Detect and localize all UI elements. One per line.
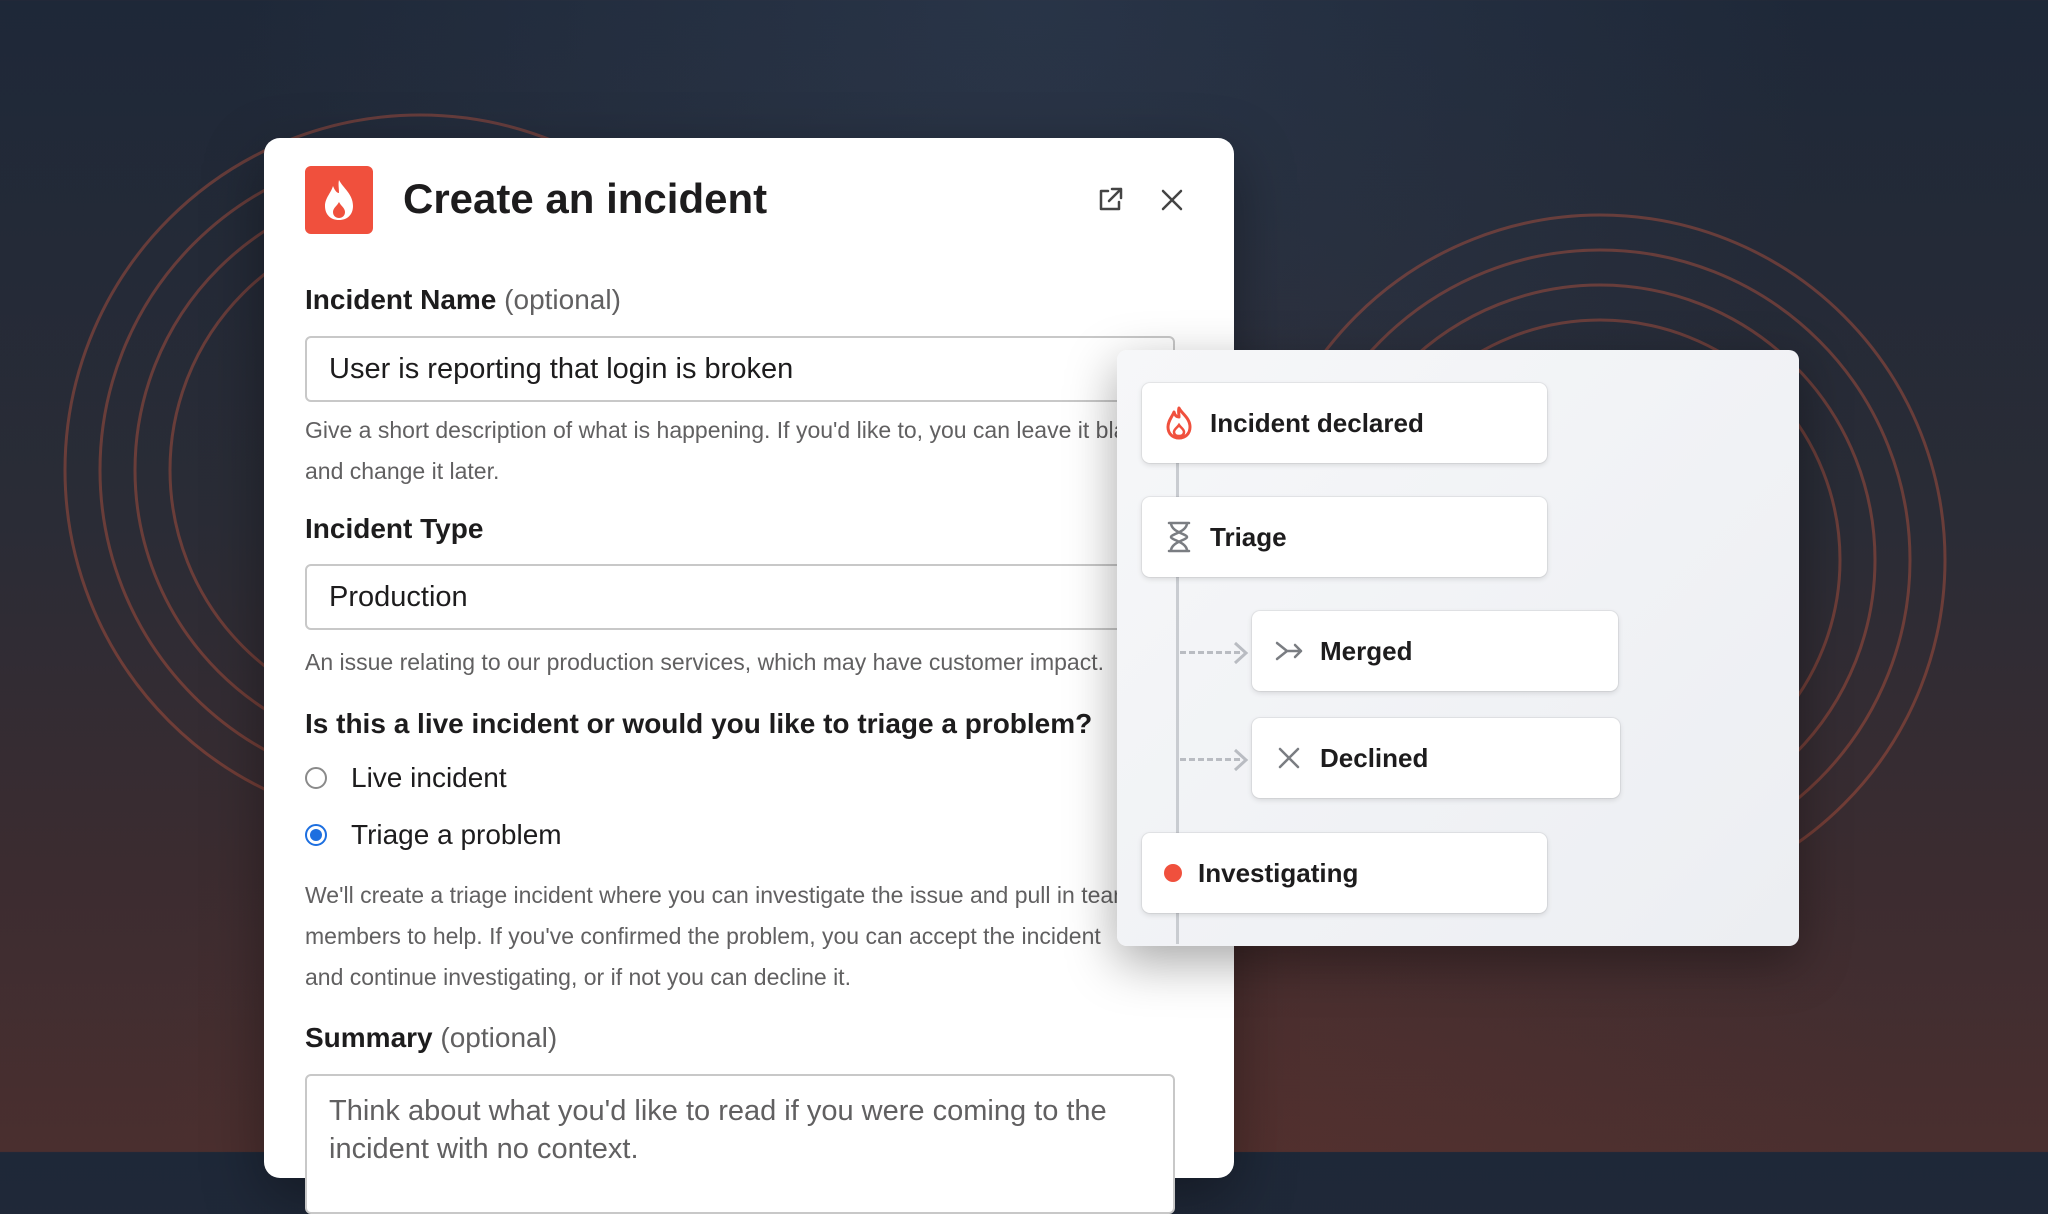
incident-name-value: User is reporting that login is broken [329,352,794,385]
x-icon [1270,739,1308,777]
merged-connector [1180,651,1240,654]
summary-label-text: Summary [305,1022,433,1053]
incident-name-help: Give a short description of what is happ… [305,417,1151,484]
radio-live-incident[interactable]: Live incident [305,758,507,798]
create-incident-modal: Create an incident Incident Name (option… [264,138,1234,1214]
radio-live-incident-label: Live incident [351,762,507,793]
summary-optional: (optional) [440,1022,558,1053]
step-label: Merged [1320,635,1413,666]
app-logo [305,166,373,234]
status-dot [1160,854,1186,892]
incident-type-label: Incident Type [305,513,484,544]
incident-type-help: An issue relating to our production serv… [305,649,1104,675]
incident-name-input[interactable]: User is reporting that login is broken [305,336,1175,402]
timeline-step-incident-declared: Incident declared [1142,383,1547,463]
summary-placeholder: Think about what you'd like to read if y… [329,1095,1107,1165]
radio-live-incident-circle[interactable] [305,767,327,789]
flame-icon [1160,404,1198,442]
merged-arrowhead [1233,641,1249,665]
merge-arrow-icon [1270,632,1308,670]
open-external-button[interactable] [1088,178,1132,222]
hourglass-icon [1160,518,1198,556]
step-label: Declined [1320,742,1429,773]
declined-arrowhead [1233,748,1249,772]
close-button[interactable] [1150,178,1194,222]
incident-type-value: Production [329,580,468,613]
timeline-step-merged: Merged [1252,611,1618,691]
triage-help: We'll create a triage incident where you… [305,882,1133,990]
close-icon [1161,189,1183,211]
incident-mode-question: Is this a live incident or would you lik… [305,708,1093,739]
radio-triage-problem-label: Triage a problem [351,819,562,850]
incident-type-select[interactable]: Production [305,564,1175,630]
modal-title: Create an incident [403,175,768,222]
timeline-step-investigating: Investigating [1142,833,1547,913]
step-label: Triage [1210,521,1287,552]
radio-triage-problem[interactable]: Triage a problem [305,815,562,855]
timeline-step-triage: Triage [1142,497,1547,577]
radio-triage-problem-circle[interactable] [305,824,327,846]
incident-name-label-text: Incident Name [305,284,497,315]
incident-name-optional: (optional) [504,284,621,315]
external-link-icon [1099,187,1123,211]
status-dot-fill [1164,864,1182,882]
summary-textarea[interactable]: Think about what you'd like to read if y… [305,1074,1175,1214]
flame-icon [325,180,353,220]
summary-label: Summary (optional) [305,1020,557,1056]
step-label: Incident declared [1210,407,1424,438]
step-label: Investigating [1198,857,1359,888]
incident-name-label: Incident Name (optional) [305,282,621,318]
timeline-step-declined: Declined [1252,718,1620,798]
declined-connector [1180,758,1240,761]
